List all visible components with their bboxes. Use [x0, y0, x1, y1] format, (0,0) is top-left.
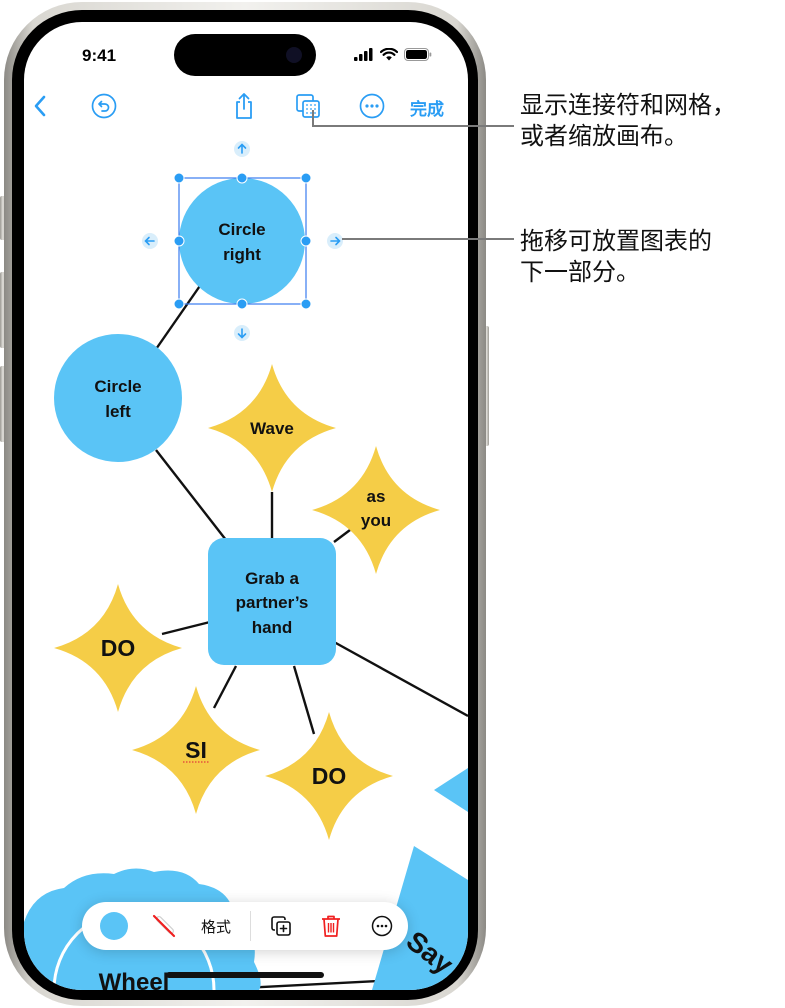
node-circle-left[interactable]: Circle left [54, 334, 182, 462]
arrow-left-icon[interactable] [142, 233, 158, 249]
node-label: hand [252, 618, 293, 637]
callout-line: 拖移可放置图表的 [520, 227, 712, 255]
node-partial-triangle[interactable] [434, 768, 468, 812]
more-options-button[interactable] [357, 915, 407, 937]
no-stroke-icon [152, 914, 176, 938]
duplicate-icon [271, 916, 291, 936]
stroke-button[interactable] [140, 913, 188, 939]
callout-leader-line [312, 110, 314, 126]
home-indicator [166, 972, 324, 978]
resize-handle[interactable] [173, 235, 185, 247]
resize-handle[interactable] [300, 172, 312, 184]
node-label: partner’s [236, 593, 309, 612]
callout-line: 下一部分。 [520, 258, 640, 286]
node-label: Grab a [245, 569, 299, 588]
arrow-right-icon[interactable] [327, 233, 343, 249]
delete-button[interactable] [305, 914, 357, 938]
arrow-up-icon[interactable] [234, 141, 250, 157]
connector-grab-right[interactable] [333, 640, 468, 718]
connector-do-left-grab[interactable] [161, 620, 211, 636]
node-label: as [367, 487, 386, 506]
node-label: Wave [250, 419, 294, 438]
screen: 9:41 完成 Circle right Circle left Wave as… [24, 22, 468, 990]
node-label: Circle [94, 377, 141, 396]
node-si[interactable]: SI [132, 686, 260, 814]
arrow-down-icon[interactable] [234, 325, 250, 341]
resize-handle[interactable] [300, 235, 312, 247]
callout-view-options: 显示连接符和网格， 或者缩放画布。 [520, 90, 736, 152]
resize-handle[interactable] [173, 172, 185, 184]
fill-color-button[interactable] [88, 912, 140, 940]
node-label: Wheel [99, 969, 170, 990]
trash-icon [322, 915, 340, 937]
shape-format-toolbar: 格式 [82, 902, 408, 950]
ellipsis-circle-icon [371, 915, 393, 937]
node-do-bottom[interactable]: DO [265, 712, 393, 840]
connector-do-bottom-grab[interactable] [292, 665, 316, 735]
resize-handle[interactable] [236, 298, 248, 310]
format-button[interactable]: 格式 [188, 916, 244, 937]
connector-asyou-grab[interactable] [333, 529, 351, 543]
connector-si-grab[interactable] [212, 665, 238, 709]
callout-line: 显示连接符和网格， [520, 91, 736, 119]
node-wave[interactable]: Wave [208, 364, 336, 492]
diagram-canvas[interactable]: Circle right Circle left Wave as you Gra… [24, 22, 468, 990]
callout-drag-arrow: 拖移可放置图表的 下一部分。 [520, 226, 712, 288]
node-label: you [361, 511, 391, 530]
resize-handle[interactable] [300, 298, 312, 310]
callout-leader-line [342, 238, 514, 240]
node-label: DO [312, 763, 347, 789]
node-circle-right[interactable]: Circle right [179, 178, 305, 304]
resize-handle[interactable] [236, 172, 248, 184]
duplicate-button[interactable] [257, 915, 305, 937]
connector-circle-left-grab[interactable] [155, 449, 227, 541]
callout-leader-line [312, 125, 514, 127]
toolbar-divider [250, 911, 251, 941]
callout-line: 或者缩放画布。 [520, 122, 688, 150]
node-label: Circle [218, 220, 265, 239]
node-label: DO [101, 635, 136, 661]
node-label: SI [185, 737, 207, 763]
resize-handle[interactable] [173, 298, 185, 310]
node-grab-hand[interactable]: Grab a partner’s hand [208, 538, 336, 665]
fill-color-swatch [100, 912, 128, 940]
node-label: right [223, 245, 261, 264]
node-do-left[interactable]: DO [54, 584, 182, 712]
node-label: left [105, 402, 131, 421]
